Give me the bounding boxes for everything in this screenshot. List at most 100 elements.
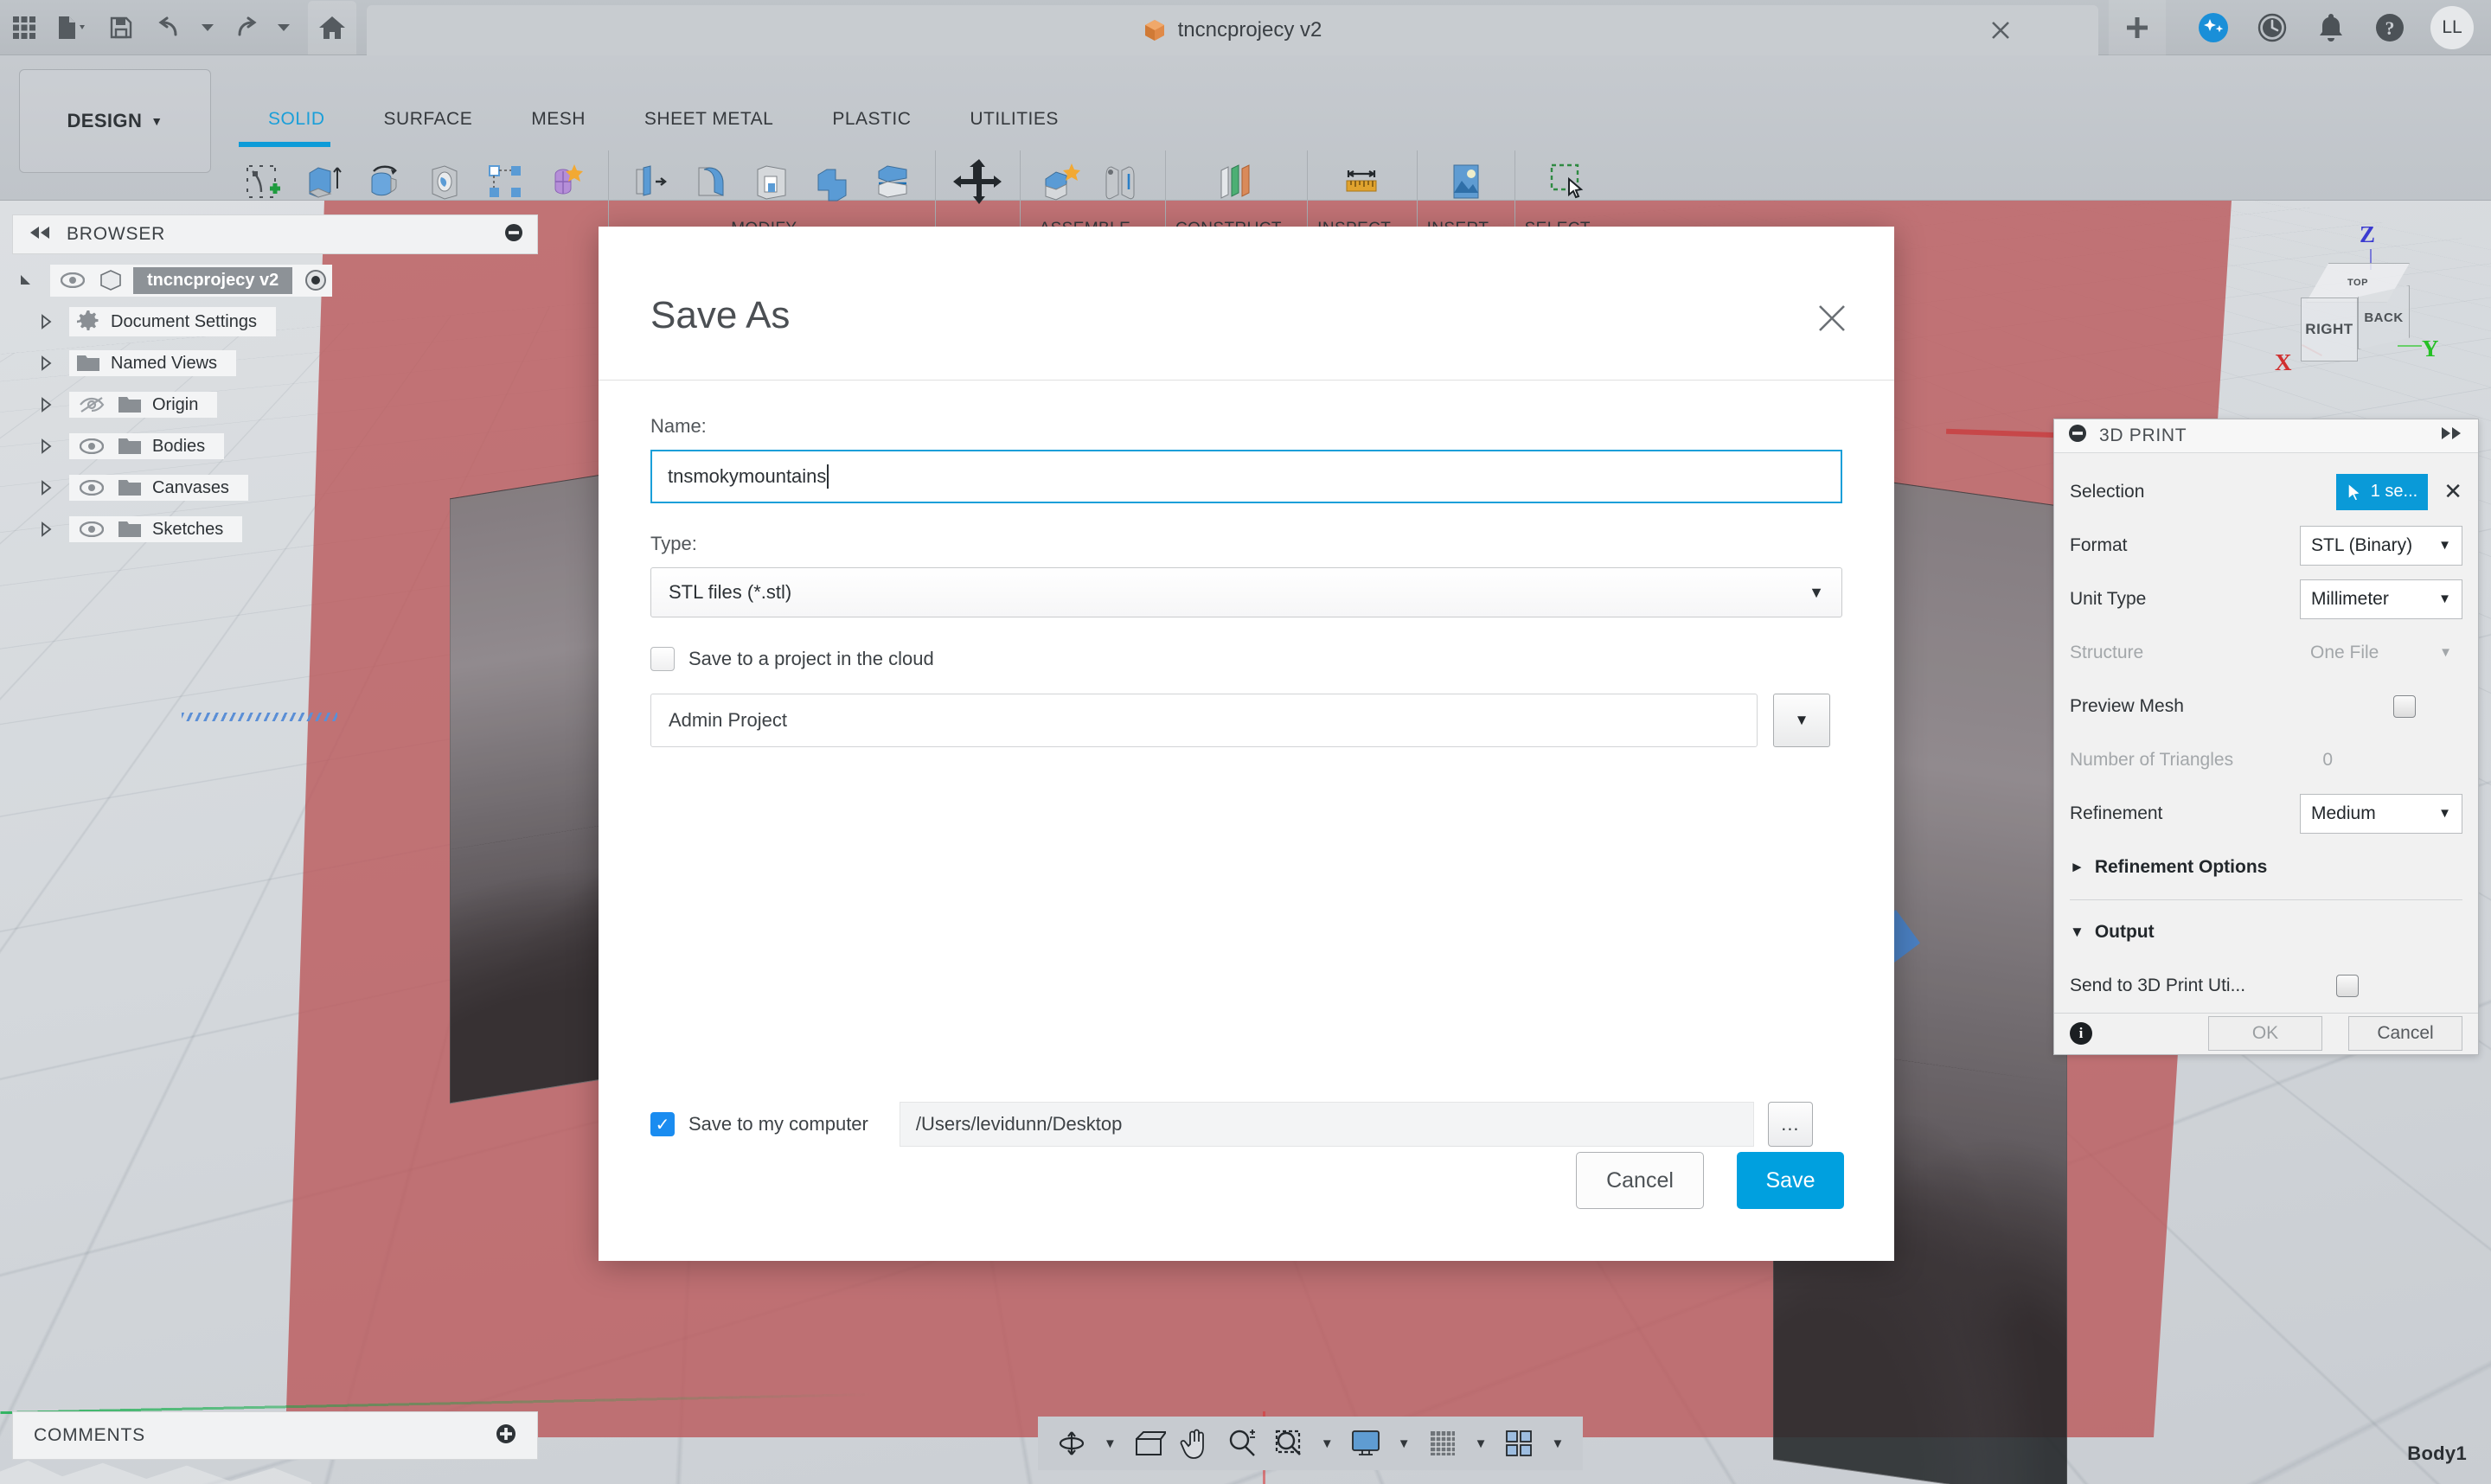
notifications-bell-icon[interactable] xyxy=(2313,10,2349,46)
move-copy-icon[interactable] xyxy=(951,152,1004,211)
twisty-closed-icon[interactable] xyxy=(31,355,61,371)
output-section[interactable]: ▼ Output xyxy=(2070,905,2462,959)
offset-plane-icon[interactable] xyxy=(1209,152,1263,211)
viewports-caret-icon[interactable]: ▼ xyxy=(1544,1436,1571,1451)
pan-icon[interactable] xyxy=(1174,1422,1217,1465)
fillet-icon[interactable] xyxy=(684,152,738,211)
tab-solid[interactable]: SOLID xyxy=(239,109,355,140)
twisty-closed-icon[interactable] xyxy=(31,314,61,329)
cancel-button[interactable]: Cancel xyxy=(1576,1152,1704,1209)
grid-caret-icon[interactable]: ▼ xyxy=(1468,1436,1495,1451)
look-at-icon[interactable] xyxy=(1127,1422,1170,1465)
send-utility-checkbox[interactable] xyxy=(2336,974,2359,997)
orbit-icon[interactable] xyxy=(1050,1422,1093,1465)
new-component-icon[interactable] xyxy=(1035,152,1089,211)
tree-row-canvases[interactable]: Canvases xyxy=(12,467,548,509)
comments-panel[interactable]: COMMENTS xyxy=(12,1411,538,1460)
refinement-select[interactable]: Medium ▼ xyxy=(2300,793,2462,834)
minus-circle-icon[interactable] xyxy=(2068,424,2087,447)
joint-icon[interactable] xyxy=(1096,152,1149,211)
workspace-switcher-button[interactable]: DESIGN ▼ xyxy=(19,69,211,173)
name-input[interactable]: tnsmokymountains xyxy=(650,450,1842,503)
avatar[interactable]: LL xyxy=(2430,6,2474,49)
ok-button[interactable]: OK xyxy=(2208,1016,2322,1052)
offset-face-icon[interactable] xyxy=(866,152,919,211)
cloud-checkbox[interactable] xyxy=(650,647,675,671)
plus-circle-icon[interactable] xyxy=(496,1423,516,1449)
tree-row-document-settings[interactable]: Document Settings xyxy=(12,301,548,342)
new-tab-plus-icon[interactable] xyxy=(2109,0,2166,55)
select-window-icon[interactable] xyxy=(1538,152,1591,211)
grid-snaps-icon[interactable] xyxy=(1421,1422,1464,1465)
twisty-open-icon[interactable] xyxy=(12,272,42,288)
tree-row-root[interactable]: tncncprojecy v2 xyxy=(12,259,548,301)
zoom-icon[interactable] xyxy=(1220,1422,1264,1465)
tree-row-bodies[interactable]: Bodies xyxy=(12,425,548,467)
press-pull-icon[interactable] xyxy=(624,152,677,211)
sweep-icon[interactable] xyxy=(418,152,471,211)
path-input[interactable]: /Users/levidunn/Desktop xyxy=(899,1102,1754,1147)
measure-icon[interactable] xyxy=(1335,152,1388,211)
insert-canvas-icon[interactable] xyxy=(1438,152,1492,211)
save-icon[interactable] xyxy=(97,5,145,50)
tab-sheet-metal[interactable]: SHEET METAL xyxy=(615,109,803,140)
zoom-caret-icon[interactable]: ▼ xyxy=(1314,1436,1341,1451)
viewports-icon[interactable] xyxy=(1497,1422,1540,1465)
home-icon[interactable] xyxy=(308,0,356,54)
shell-icon[interactable] xyxy=(745,152,798,211)
browse-button[interactable]: ... xyxy=(1767,1102,1813,1147)
orbit-caret-icon[interactable]: ▼ xyxy=(1097,1436,1124,1451)
visibility-eye-icon[interactable] xyxy=(76,521,107,537)
close-icon[interactable] xyxy=(1813,299,1851,337)
form-icon[interactable] xyxy=(539,152,592,211)
document-tab[interactable]: tncncprojecy v2 xyxy=(367,5,2098,55)
combine-icon[interactable] xyxy=(805,152,859,211)
clear-selection-icon[interactable]: ✕ xyxy=(2443,478,2462,505)
twisty-closed-icon[interactable] xyxy=(31,397,61,413)
tree-row-sketches[interactable]: Sketches xyxy=(12,509,548,550)
project-dropdown-button[interactable]: ▼ xyxy=(1773,694,1830,747)
pattern-icon[interactable] xyxy=(478,152,532,211)
collapse-left-icon[interactable] xyxy=(27,226,53,244)
tab-surface[interactable]: SURFACE xyxy=(355,109,503,140)
grid-apps-icon[interactable] xyxy=(0,5,48,50)
info-icon[interactable]: i xyxy=(2070,1022,2092,1046)
redo-caret-icon[interactable] xyxy=(270,5,298,50)
visibility-eye-icon[interactable] xyxy=(76,438,107,454)
viewcube[interactable]: Z X Y TOP RIGHT BACK xyxy=(2266,218,2448,391)
minus-circle-icon[interactable] xyxy=(504,223,523,246)
job-status-clock-icon[interactable] xyxy=(2254,10,2290,46)
twisty-closed-icon[interactable] xyxy=(31,521,61,537)
cloud-checkbox-row[interactable]: Save to a project in the cloud xyxy=(650,647,1842,671)
tab-plastic[interactable]: PLASTIC xyxy=(803,109,940,140)
expand-right-icon[interactable] xyxy=(2438,426,2464,445)
undo-icon[interactable] xyxy=(145,5,194,50)
tree-root-label[interactable]: tncncprojecy v2 xyxy=(133,266,293,294)
selection-badge[interactable]: 1 se... xyxy=(2335,473,2429,510)
create-sketch-icon[interactable] xyxy=(236,152,290,211)
print-cancel-button[interactable]: Cancel xyxy=(2348,1016,2462,1052)
type-select[interactable]: STL files (*.stl) ▼ xyxy=(650,567,1842,617)
extrude-icon[interactable] xyxy=(297,152,350,211)
help-icon[interactable]: ? xyxy=(2372,10,2408,46)
display-caret-icon[interactable]: ▼ xyxy=(1391,1436,1418,1451)
tree-row-origin[interactable]: Origin xyxy=(12,384,548,425)
viewcube-face-right[interactable]: RIGHT xyxy=(2301,297,2358,361)
unit-type-select[interactable]: Millimeter ▼ xyxy=(2300,579,2462,619)
twisty-closed-icon[interactable] xyxy=(31,480,61,496)
viewcube-body[interactable]: TOP RIGHT BACK xyxy=(2301,263,2415,365)
tab-mesh[interactable]: MESH xyxy=(502,109,615,140)
redo-icon[interactable] xyxy=(221,5,270,50)
tab-utilities[interactable]: UTILITIES xyxy=(940,109,1088,140)
visibility-eye-icon[interactable] xyxy=(76,480,107,496)
revolve-icon[interactable] xyxy=(357,152,411,211)
zoom-window-icon[interactable] xyxy=(1267,1422,1310,1465)
visibility-off-icon[interactable] xyxy=(76,396,107,413)
preview-mesh-checkbox[interactable] xyxy=(2393,694,2416,718)
twisty-closed-icon[interactable] xyxy=(31,438,61,454)
project-input[interactable]: Admin Project xyxy=(650,694,1758,747)
display-settings-icon[interactable] xyxy=(1344,1422,1387,1465)
save-button[interactable]: Save xyxy=(1737,1152,1844,1209)
activate-component-icon[interactable] xyxy=(303,267,329,293)
undo-caret-icon[interactable] xyxy=(194,5,221,50)
